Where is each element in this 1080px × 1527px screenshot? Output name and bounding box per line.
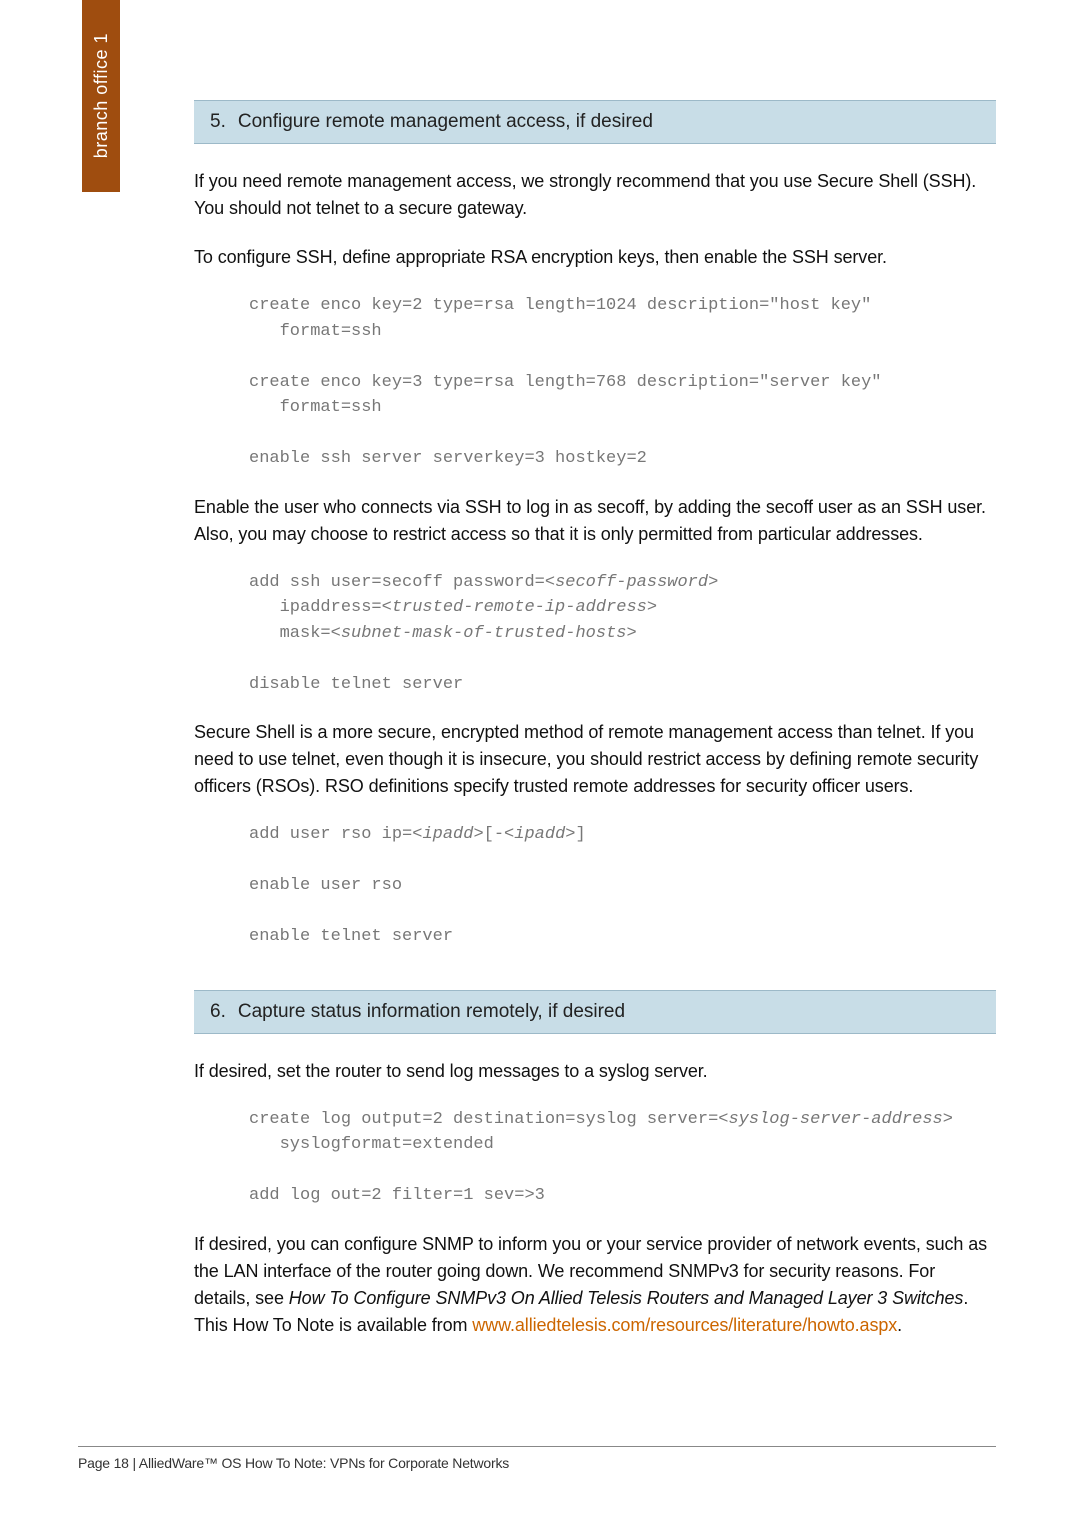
step-5-number: 5. (210, 111, 226, 133)
step5-code3: add user rso ip=<ipadd>[-<ipadd>] enable… (249, 822, 996, 950)
step5-para4: Secure Shell is a more secure, encrypted… (194, 719, 996, 800)
side-tab: branch office 1 (82, 0, 120, 192)
step6-para1: If desired, set the router to send log m… (194, 1058, 996, 1085)
step5-para2: To configure SSH, define appropriate RSA… (194, 244, 996, 271)
step-5-title: Configure remote management access, if d… (238, 111, 653, 132)
step-6-title: Capture status information remotely, if … (238, 1001, 625, 1022)
step-6-header: 6. Capture status information remotely, i… (194, 990, 996, 1034)
step5-code1: create enco key=2 type=rsa length=1024 d… (249, 293, 996, 472)
side-tab-label: branch office 1 (91, 33, 112, 158)
page-content: 5. Configure remote management access, if… (194, 100, 996, 1361)
step-6-number: 6. (210, 1001, 226, 1023)
step6-para2: If desired, you can configure SNMP to in… (194, 1231, 996, 1339)
step6-code1: create log output=2 destination=syslog s… (249, 1107, 996, 1209)
howto-link[interactable]: www.alliedtelesis.com/resources/literatu… (472, 1315, 897, 1335)
page-footer: Page 18 | AlliedWare™ OS How To Note: VP… (78, 1446, 996, 1471)
step5-code2: add ssh user=secoff password=<secoff-pas… (249, 570, 996, 698)
step-5-header: 5. Configure remote management access, if… (194, 100, 996, 144)
step5-para3: Enable the user who connects via SSH to … (194, 494, 996, 548)
step5-para1: If you need remote management access, we… (194, 168, 996, 222)
